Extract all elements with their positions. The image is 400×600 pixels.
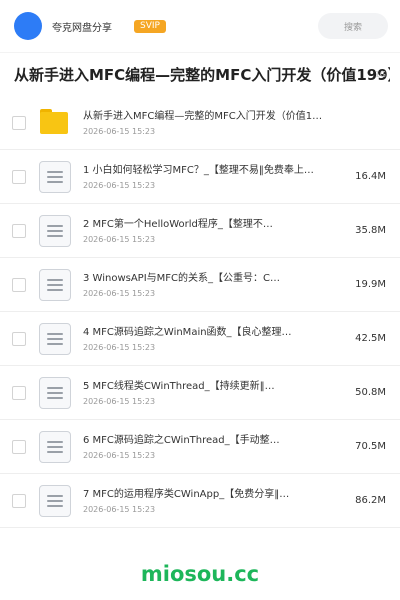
- document-icon: [39, 322, 71, 355]
- item-name: 2 MFC第一个HelloWorld程序_【整理不…: [83, 218, 273, 230]
- sharer-name: 夸克网盘分享: [52, 22, 112, 34]
- item-name: 1 小白如何轻松学习MFC？_【整理不易‖免费奉上…: [83, 165, 314, 176]
- item-checkbox[interactable]: [12, 115, 26, 130]
- page-title: 从新手进入MFC编程—完整的MFC入门开发（价值199）: [14, 66, 390, 84]
- list-item[interactable]: 3 WinowsAPI与MFC的关系_【公重号：C… 2026-06-15 15…: [0, 258, 400, 312]
- item-info: 5 MFC线程类CWinThread_【持续更新‖… 2026-06-15 15…: [83, 380, 345, 406]
- folder-icon: [39, 107, 71, 139]
- file-list: 从新手进入MFC编程—完整的MFC入门开发（价值1… 2026-06-15 15…: [0, 96, 400, 528]
- item-checkbox[interactable]: [12, 277, 26, 292]
- item-name: 5 MFC线程类CWinThread_【持续更新‖…: [83, 380, 275, 392]
- avatar[interactable]: [14, 12, 42, 40]
- watermark: miosou.cc: [140, 562, 260, 586]
- item-name: 从新手进入MFC编程—完整的MFC入门开发（价值1…: [83, 110, 323, 122]
- item-size: 70.5M: [355, 441, 386, 452]
- item-date: 2026-06-15 15:23: [83, 450, 156, 460]
- item-date: 2026-06-15 15:23: [83, 342, 156, 352]
- document-icon: [39, 376, 71, 409]
- item-info: 3 WinowsAPI与MFC的关系_【公重号：C… 2026-06-15 15…: [83, 272, 345, 298]
- document-icon: [39, 268, 71, 301]
- item-checkbox[interactable]: [12, 493, 26, 508]
- item-info: 2 MFC第一个HelloWorld程序_【整理不… 2026-06-15 15…: [83, 218, 345, 244]
- list-item[interactable]: 1 小白如何轻松学习MFC？_【整理不易‖免费奉上… 2026-06-15 15…: [0, 150, 400, 204]
- search-button[interactable]: 搜索: [318, 13, 388, 39]
- item-name: 7 MFC的运用程序类CWinApp_【免费分享‖…: [83, 488, 290, 500]
- list-item[interactable]: 7 MFC的运用程序类CWinApp_【免费分享‖… 2026-06-15 15…: [0, 474, 400, 528]
- document-icon: [39, 214, 71, 247]
- item-checkbox[interactable]: [12, 169, 26, 184]
- item-size: 35.8M: [355, 225, 386, 236]
- item-size: 50.8M: [355, 387, 386, 398]
- document-icon: [39, 160, 71, 193]
- item-size: 86.2M: [355, 495, 386, 506]
- share-title-bar: 从新手进入MFC编程—完整的MFC入门开发（价值199） 1G: [0, 52, 400, 96]
- item-checkbox[interactable]: [12, 331, 26, 346]
- search-label: 搜索: [343, 22, 362, 33]
- item-info: 6 MFC源码追踪之CWinThread_【手动整… 2026-06-15 15…: [83, 434, 345, 460]
- item-size: 42.5M: [355, 333, 386, 344]
- list-item[interactable]: 2 MFC第一个HelloWorld程序_【整理不… 2026-06-15 15…: [0, 204, 400, 258]
- item-info: 4 MFC源码追踪之WinMain函数_【良心整理… 2026-06-15 15…: [83, 326, 345, 352]
- list-item[interactable]: 6 MFC源码追踪之CWinThread_【手动整… 2026-06-15 15…: [0, 420, 400, 474]
- item-date: 2026-06-15 15:23: [83, 181, 156, 190]
- item-date: 2026-06-15 15:23: [83, 126, 156, 136]
- item-checkbox[interactable]: [12, 385, 26, 400]
- item-info: 从新手进入MFC编程—完整的MFC入门开发（价值1… 2026-06-15 15…: [83, 110, 376, 136]
- header: 夸克网盘分享 SVIP 搜索: [0, 0, 400, 52]
- total-size: 1G: [374, 70, 386, 79]
- document-icon: [39, 484, 71, 517]
- list-item[interactable]: 4 MFC源码追踪之WinMain函数_【良心整理… 2026-06-15 15…: [0, 312, 400, 366]
- item-size: 16.4M: [355, 171, 386, 182]
- item-name: 3 WinowsAPI与MFC的关系_【公重号：C…: [83, 272, 280, 284]
- item-date: 2026-06-15 15:23: [83, 234, 156, 244]
- item-info: 7 MFC的运用程序类CWinApp_【免费分享‖… 2026-06-15 15…: [83, 488, 345, 514]
- item-date: 2026-06-15 15:23: [83, 504, 156, 514]
- item-date: 2026-06-15 15:23: [83, 396, 156, 406]
- item-name: 6 MFC源码追踪之CWinThread_【手动整…: [83, 434, 280, 446]
- item-name: 4 MFC源码追踪之WinMain函数_【良心整理…: [83, 326, 292, 338]
- document-icon: [39, 430, 71, 463]
- item-checkbox[interactable]: [12, 223, 26, 238]
- list-item[interactable]: 5 MFC线程类CWinThread_【持续更新‖… 2026-06-15 15…: [0, 366, 400, 420]
- item-size: 19.9M: [355, 279, 386, 290]
- item-checkbox[interactable]: [12, 439, 26, 454]
- item-info: 1 小白如何轻松学习MFC？_【整理不易‖免费奉上… 2026-06-15 15…: [83, 163, 345, 190]
- svip-badge: SVIP: [134, 19, 166, 33]
- list-item[interactable]: 从新手进入MFC编程—完整的MFC入门开发（价值1… 2026-06-15 15…: [0, 96, 400, 150]
- item-date: 2026-06-15 15:23: [83, 288, 156, 298]
